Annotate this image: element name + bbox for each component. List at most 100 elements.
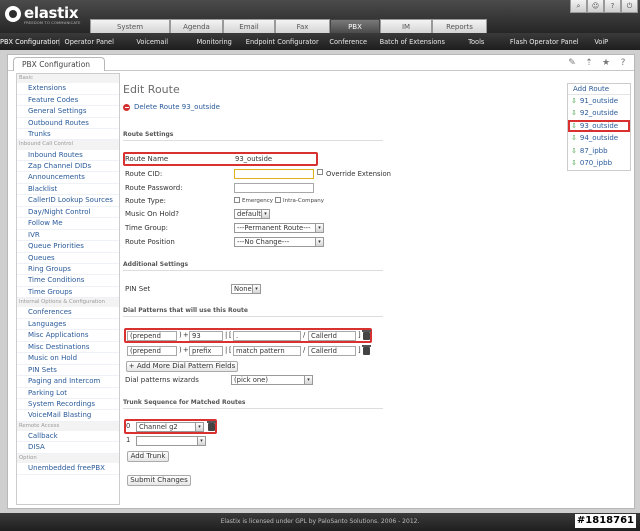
- sidebar-item-inbound-routes[interactable]: Inbound Routes: [17, 150, 119, 161]
- intra-company-checkbox[interactable]: [275, 197, 281, 203]
- trunk0-select[interactable]: Channel g2 ▾: [136, 422, 204, 432]
- tab-agenda[interactable]: Agenda: [170, 19, 223, 33]
- submit-changes-button[interactable]: Submit Changes: [127, 475, 191, 486]
- module-operator-panel[interactable]: Operator Panel: [60, 38, 118, 46]
- tab-im[interactable]: IM: [380, 19, 432, 33]
- sidebar-item-callback[interactable]: Callback: [17, 431, 119, 443]
- trash-icon[interactable]: [362, 330, 371, 340]
- sidebar-item-extensions[interactable]: Extensions: [17, 83, 119, 95]
- time-group-select[interactable]: ---Permanent Route--- ▾: [234, 223, 324, 233]
- sidebar-item-blacklist[interactable]: Blacklist: [17, 184, 119, 196]
- add-dial-pattern-button[interactable]: + Add More Dial Pattern Fields: [126, 361, 238, 372]
- route-item-91-outside[interactable]: ⇩ 91_outside: [568, 95, 630, 107]
- sidebar-item-follow-me[interactable]: Follow Me: [17, 218, 119, 230]
- route-name-input[interactable]: 93_outside: [235, 155, 272, 163]
- pattern2-match-input[interactable]: match pattern: [233, 346, 301, 356]
- tab-pbx[interactable]: PBX: [330, 19, 380, 33]
- tab-email[interactable]: Email: [223, 19, 275, 33]
- sidebar-item-feature-codes[interactable]: Feature Codes: [17, 95, 119, 107]
- module-endpoint-configurator[interactable]: Endpoint Configurator: [242, 38, 322, 46]
- sidebar-item-time-groups[interactable]: Time Groups: [17, 287, 119, 299]
- elastix-logo[interactable]: elastix FREEDOM TO COMMUNICATE: [5, 4, 87, 28]
- move-arrow-icon[interactable]: ⇩: [571, 157, 577, 169]
- star-icon[interactable]: ★: [599, 58, 613, 69]
- sidebar-item-announcements[interactable]: Announcements: [17, 172, 119, 184]
- route-password-input[interactable]: [234, 183, 314, 193]
- sidebar-item-conferences[interactable]: Conferences: [17, 307, 119, 319]
- module-conference[interactable]: Conference: [322, 38, 374, 46]
- dial-patterns-wizards-select[interactable]: (pick one) ▾: [231, 375, 313, 385]
- pattern1-prefix-input[interactable]: 93: [189, 331, 223, 341]
- module-pbx-configuration[interactable]: PBX Configuration: [0, 38, 60, 46]
- add-route-link[interactable]: Add Route: [568, 84, 630, 95]
- sidebar-item-general-settings[interactable]: General Settings: [17, 106, 119, 118]
- sidebar-item-queue-priorities[interactable]: Queue Priorities: [17, 241, 119, 253]
- pattern2-prepend-input[interactable]: (prepend: [127, 346, 177, 356]
- module-monitoring[interactable]: Monitoring: [186, 38, 242, 46]
- sidebar-item-paging-and-intercom[interactable]: Paging and Intercom: [17, 376, 119, 388]
- logout-icon[interactable]: ⏻: [621, 0, 638, 13]
- move-arrow-icon[interactable]: ⇩: [571, 145, 577, 157]
- sidebar-item-zap-channel-dids[interactable]: Zap Channel DIDs: [17, 161, 119, 173]
- trash-icon[interactable]: [207, 421, 216, 431]
- edit-icon[interactable]: ✎: [565, 58, 579, 69]
- emergency-checkbox[interactable]: [234, 197, 240, 203]
- music-on-hold-select[interactable]: default ▾: [234, 209, 270, 219]
- pin-set-select[interactable]: None ▾: [231, 284, 261, 294]
- pattern2-prefix-input[interactable]: prefix: [189, 346, 223, 356]
- delete-route-row[interactable]: Delete Route 93_outside: [123, 103, 220, 111]
- delete-route-link[interactable]: Delete Route 93_outside: [134, 103, 220, 111]
- move-arrow-icon[interactable]: ⇩: [571, 120, 577, 132]
- add-trunk-button[interactable]: Add Trunk: [127, 451, 169, 462]
- trunk1-select[interactable]: ▾: [136, 436, 206, 446]
- sidebar-item-unembedded-freepbx[interactable]: Unembedded freePBX: [17, 463, 119, 475]
- route-cid-input[interactable]: [234, 169, 314, 179]
- trash-icon[interactable]: [362, 345, 371, 355]
- move-arrow-icon[interactable]: ⇩: [571, 132, 577, 144]
- route-item-87-ipbb[interactable]: ⇩ 87_ipbb: [568, 145, 630, 157]
- module-batch-of-extensions[interactable]: Batch of Extensions: [374, 38, 450, 46]
- sidebar-item-music-on-hold[interactable]: Music on Hold: [17, 353, 119, 365]
- sidebar-item-languages[interactable]: Languages: [17, 319, 119, 331]
- sidebar-item-system-recordings[interactable]: System Recordings: [17, 399, 119, 411]
- sidebar-item-day-night-control[interactable]: Day/Night Control: [17, 207, 119, 219]
- module-tools[interactable]: Tools: [450, 38, 502, 46]
- sidebar-item-parking-lot[interactable]: Parking Lot: [17, 388, 119, 399]
- page-tab[interactable]: PBX Configuration: [13, 57, 106, 71]
- sidebar-item-callerid-lookup-sources[interactable]: CallerID Lookup Sources: [17, 195, 119, 207]
- pattern1-callerid-input[interactable]: CallerId: [308, 331, 356, 341]
- route-item-92-outside[interactable]: ⇩ 92_outside: [568, 107, 630, 119]
- sidebar-item-misc-applications[interactable]: Misc Applications: [17, 330, 119, 342]
- tab-system[interactable]: System: [90, 19, 170, 33]
- sidebar-item-time-conditions[interactable]: Time Conditions: [17, 275, 119, 287]
- user-icon[interactable]: ☺: [587, 0, 604, 13]
- sidebar-item-misc-destinations[interactable]: Misc Destinations: [17, 342, 119, 354]
- override-extension-checkbox[interactable]: [317, 169, 323, 175]
- delete-icon[interactable]: [123, 103, 130, 111]
- tab-reports[interactable]: Reports: [432, 19, 487, 33]
- sidebar-item-ring-groups[interactable]: Ring Groups: [17, 264, 119, 276]
- route-item-94-outside[interactable]: ⇩ 94_outside: [568, 132, 630, 144]
- search-icon[interactable]: ⌕: [570, 0, 587, 13]
- route-position-select[interactable]: ---No Change--- ▾: [234, 237, 324, 247]
- sidebar-item-trunks[interactable]: Trunks: [17, 129, 119, 141]
- sidebar-item-disa[interactable]: DISA: [17, 442, 119, 454]
- pattern1-match-input[interactable]: .: [233, 331, 301, 341]
- move-arrow-icon[interactable]: ⇩: [571, 95, 577, 107]
- module-voicemail[interactable]: Voicemail: [118, 38, 186, 46]
- sidebar-item-pin-sets[interactable]: PIN Sets: [17, 365, 119, 377]
- route-item-93-outside[interactable]: ⇩ 93_outside: [568, 119, 630, 133]
- pattern2-callerid-input[interactable]: CallerId: [308, 346, 356, 356]
- move-arrow-icon[interactable]: ⇩: [571, 107, 577, 119]
- pattern1-prepend-input[interactable]: (prepend: [127, 331, 177, 341]
- module-voip[interactable]: VoiP: [586, 38, 616, 46]
- sidebar-item-voicemail-blasting[interactable]: VoiceMail Blasting: [17, 410, 119, 422]
- route-item-070-ipbb[interactable]: ⇩ 070_ipbb: [568, 157, 630, 169]
- up-arrow-icon[interactable]: ⇡: [582, 58, 596, 69]
- tab-fax[interactable]: Fax: [275, 19, 330, 33]
- sidebar-item-queues[interactable]: Queues: [17, 253, 119, 264]
- sidebar-item-outbound-routes[interactable]: Outbound Routes: [17, 118, 119, 129]
- module-flash-operator-panel[interactable]: Flash Operator Panel: [502, 38, 586, 46]
- help-icon[interactable]: ?: [616, 58, 630, 69]
- sidebar-item-ivr[interactable]: IVR: [17, 230, 119, 242]
